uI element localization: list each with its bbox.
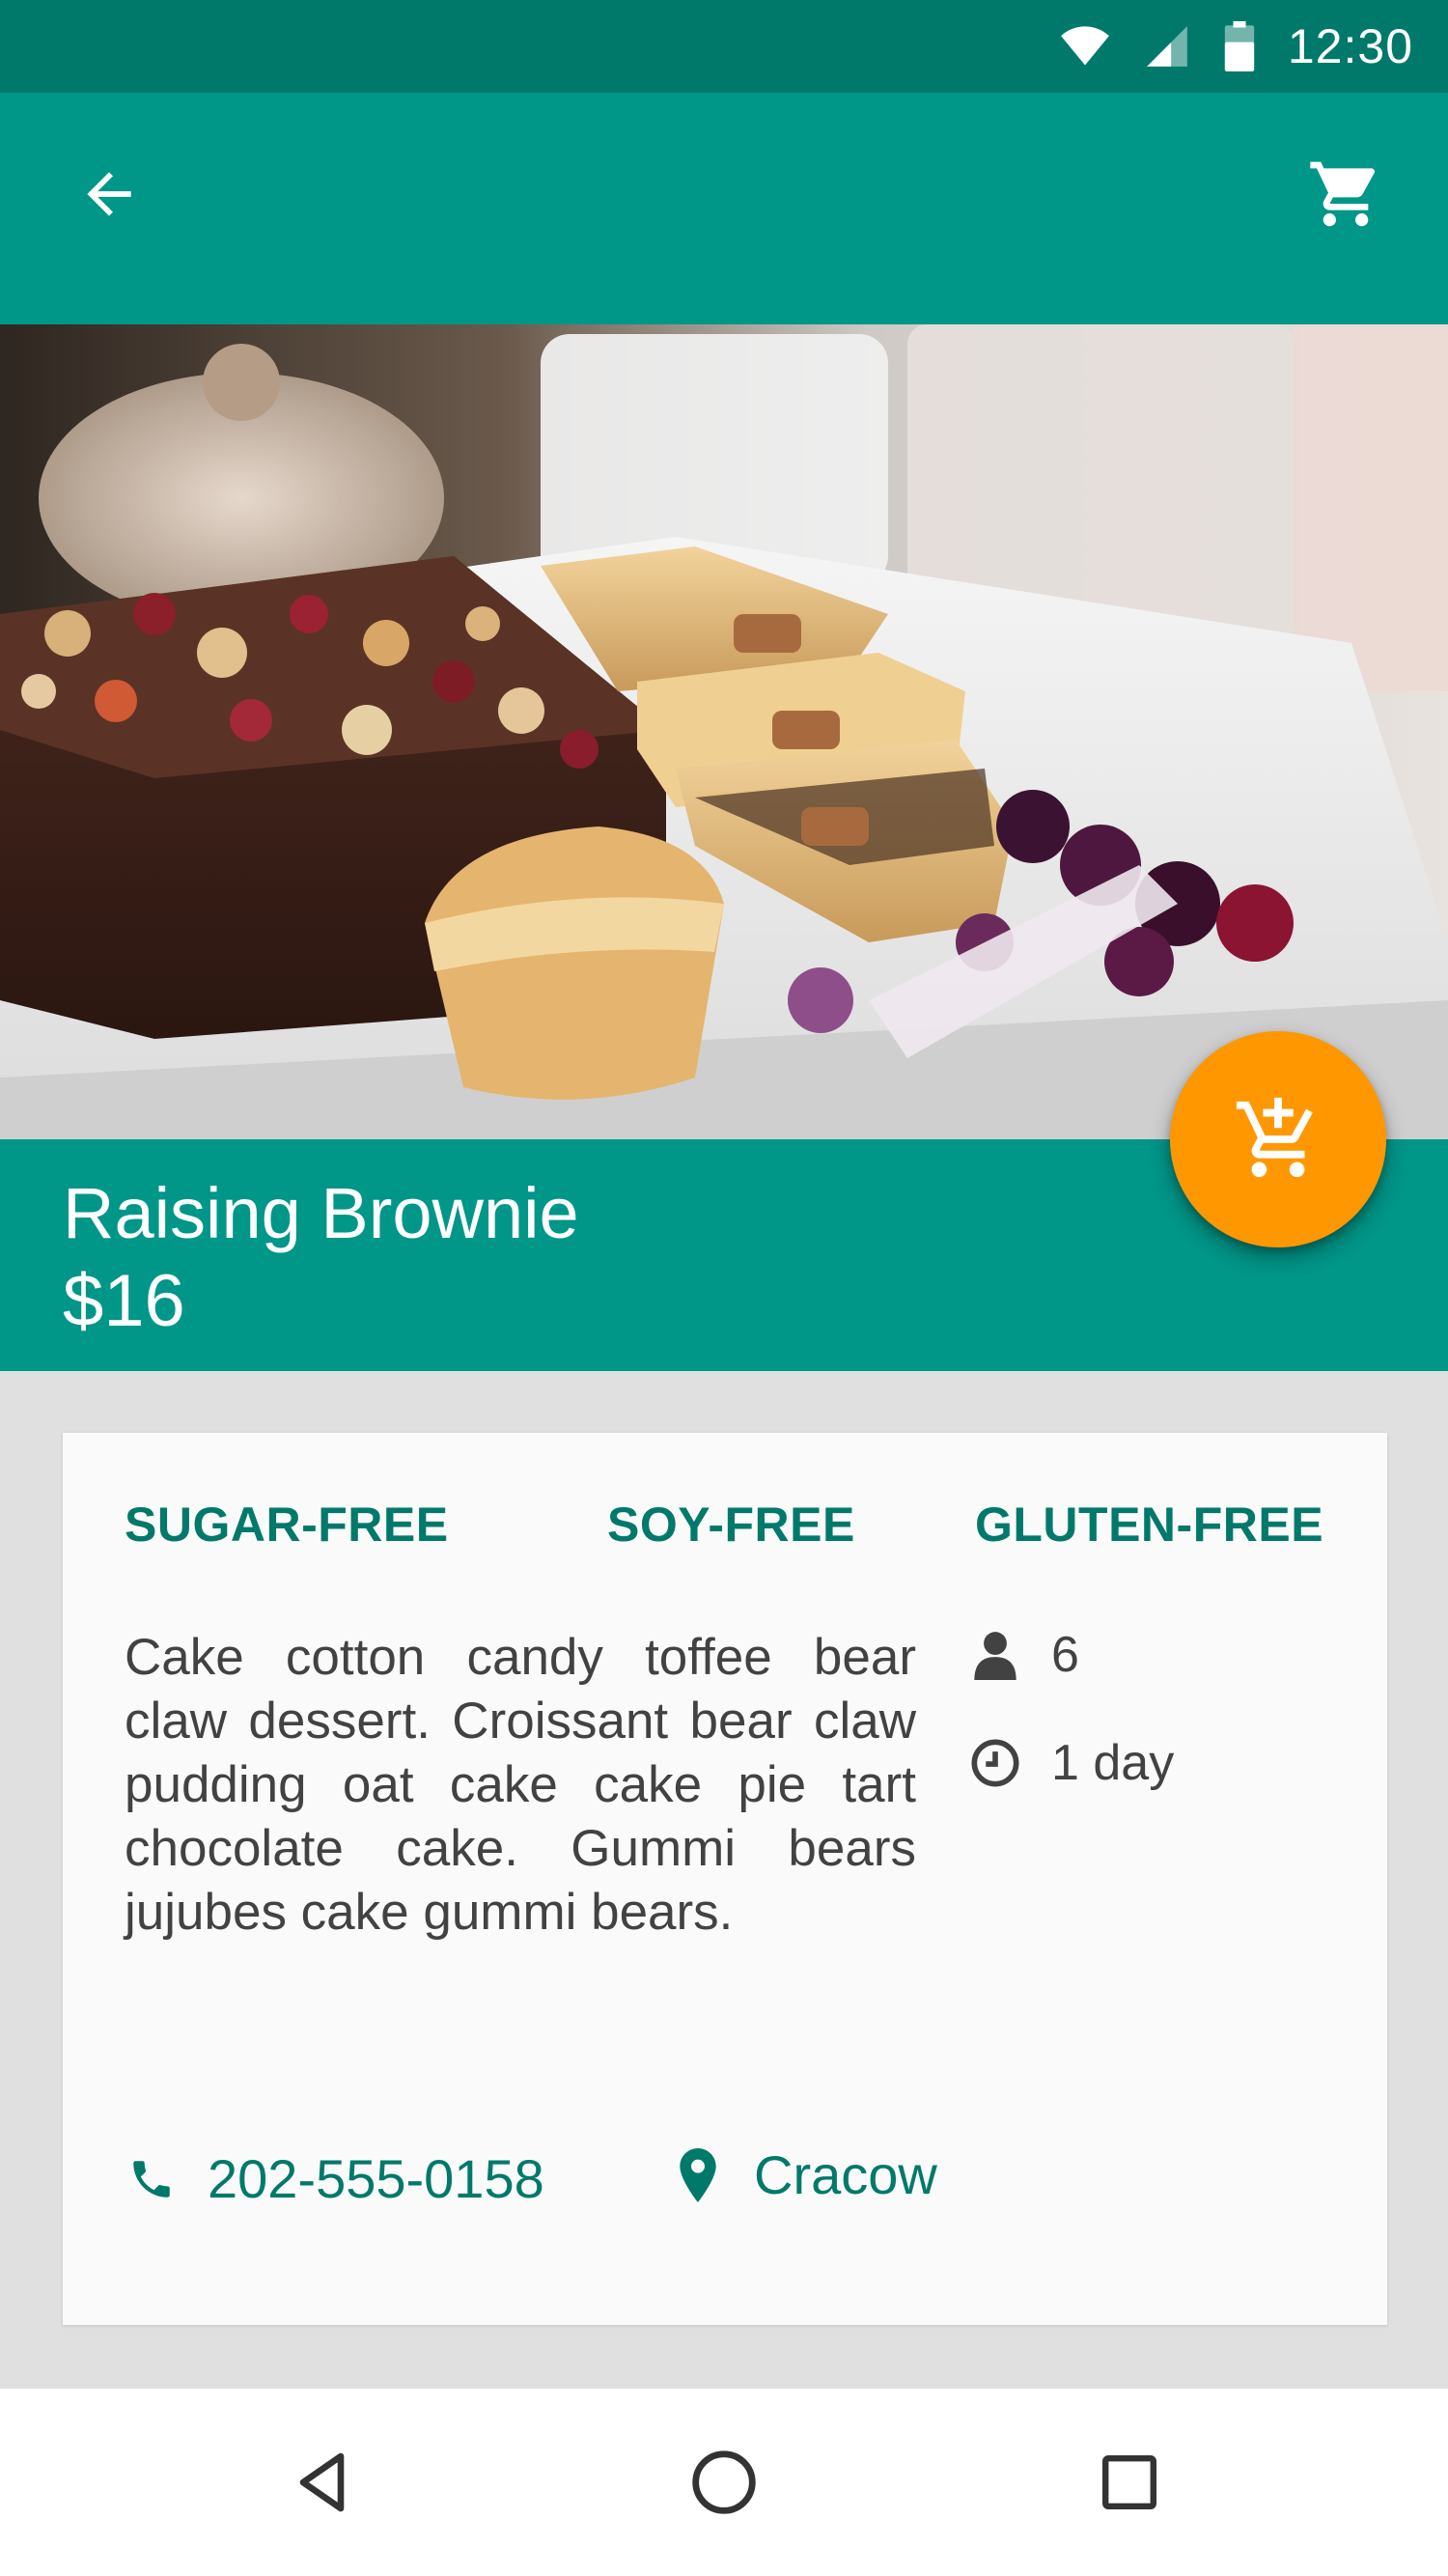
phone-number: 202-555-0158 (208, 2148, 544, 2209)
add-shopping-cart-icon (1236, 1097, 1313, 1178)
cell-signal-icon (1147, 26, 1187, 67)
person-icon (974, 1632, 1016, 1680)
clock-icon (971, 1739, 1019, 1787)
tag-sugar-free: SUGAR-FREE (125, 1498, 449, 1552)
servings-row: 6 (968, 1626, 1079, 1684)
cart-button[interactable] (1297, 151, 1394, 238)
product-price: $16 (63, 1260, 185, 1342)
phone-icon (133, 2160, 170, 2198)
product-description: Cake cotton candy toffee bear claw desse… (125, 1629, 916, 1941)
nav-home-button[interactable] (671, 2429, 777, 2535)
location-link[interactable]: Cracow (671, 2143, 937, 2206)
status-bar: 12:30 (0, 0, 1448, 93)
square-recents-icon (1102, 2455, 1156, 2509)
tag-gluten-free: GLUTEN-FREE (975, 1498, 1324, 1552)
arrow-back-icon (87, 172, 131, 216)
add-to-cart-button[interactable] (1170, 1031, 1386, 1247)
status-time: 12:30 (1287, 19, 1413, 73)
nav-recents-button[interactable] (1076, 2429, 1183, 2535)
phone-link[interactable]: 202-555-0158 (125, 2147, 544, 2210)
triangle-back-icon (299, 2452, 345, 2512)
circle-home-icon (692, 2450, 756, 2514)
back-button[interactable] (66, 151, 153, 238)
time-row: 1 day (968, 1734, 1174, 1792)
product-image (0, 324, 1448, 1139)
servings-value: 6 (1051, 1627, 1079, 1683)
system-nav-bar (0, 2389, 1448, 2576)
battery-icon (1224, 21, 1255, 71)
location-pin-icon (680, 2147, 716, 2202)
wifi-icon (1060, 26, 1109, 66)
product-details-card: SUGAR-FREE SOY-FREE GLUTEN-FREE Cake cot… (63, 1433, 1387, 2325)
shopping-cart-icon (1310, 161, 1376, 227)
nav-back-button[interactable] (270, 2429, 376, 2535)
app-bar (0, 93, 1448, 324)
tag-soy-free: SOY-FREE (607, 1498, 855, 1552)
time-value: 1 day (1051, 1735, 1175, 1791)
location-name: Cracow (754, 2144, 937, 2205)
